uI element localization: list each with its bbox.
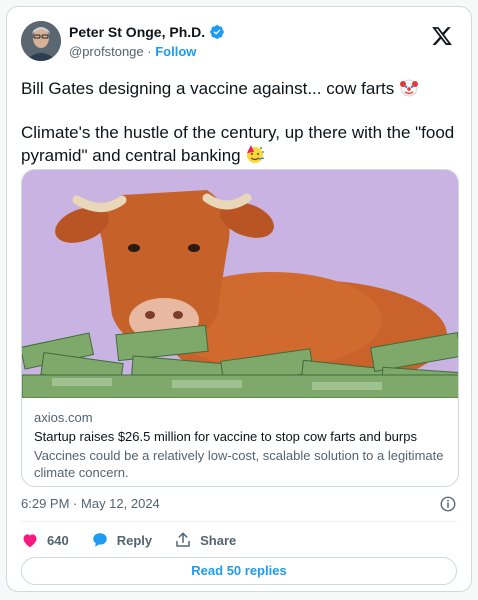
timestamp-separator: · [73, 496, 78, 511]
handle-separator: · [147, 44, 152, 59]
tweet-paragraph-1: Bill Gates designing a vaccine against..… [21, 77, 457, 100]
tweet-actions: 640 Reply Share [21, 529, 258, 551]
heart-icon [23, 534, 37, 548]
share-button[interactable]: Share [174, 531, 236, 549]
like-count: 640 [47, 532, 69, 548]
verified-badge-icon [210, 25, 224, 39]
author-display-name[interactable]: Peter St Onge, Ph.D. [69, 23, 205, 41]
clown-face-icon [399, 79, 418, 97]
handle-line: @profstonge · Follow [69, 43, 225, 61]
link-preview-card[interactable]: axios.com Startup raises $26.5 million f… [21, 169, 459, 487]
divider [21, 521, 457, 522]
info-icon[interactable] [439, 495, 457, 513]
author-name-row: Peter St Onge, Ph.D. [69, 23, 225, 41]
follow-button[interactable]: Follow [155, 44, 196, 59]
party-face-icon [247, 145, 265, 163]
link-info: axios.com Startup raises $26.5 million f… [34, 410, 446, 481]
tweet-paragraph-2: Climate's the hustle of the century, up … [21, 122, 457, 167]
link-domain: axios.com [34, 410, 93, 425]
share-icon [176, 532, 190, 547]
read-replies-button[interactable]: Read 50 replies [21, 557, 457, 585]
link-description: Vaccines could be a relatively low-cost,… [34, 448, 444, 480]
tweet-line-2: Climate's the hustle of the century, up … [21, 123, 455, 165]
like-button[interactable]: 640 [21, 531, 69, 549]
author-avatar[interactable] [21, 21, 61, 61]
tweet-time: 6:29 PM [21, 496, 70, 511]
tweet-header: Peter St Onge, Ph.D. @profstonge · Follo… [21, 19, 457, 61]
tweet-date: May 12, 2024 [81, 496, 160, 511]
share-label: Share [200, 532, 237, 548]
author-handle[interactable]: @profstonge [69, 44, 144, 59]
tweet-line-1: Bill Gates designing a vaccine against..… [21, 79, 395, 98]
author-names: Peter St Onge, Ph.D. @profstonge · Follo… [69, 23, 225, 61]
link-headline: Startup raises $26.5 million for vaccine… [34, 429, 417, 444]
reply-label: Reply [116, 532, 153, 548]
link-preview-image [22, 170, 458, 398]
tweet-card: Peter St Onge, Ph.D. @profstonge · Follo… [6, 6, 472, 592]
tweet-timestamp[interactable]: 6:29 PM · May 12, 2024 [21, 495, 160, 513]
x-logo-icon[interactable] [431, 25, 453, 47]
reply-button[interactable]: Reply [91, 531, 152, 549]
reply-bubble-icon [92, 533, 107, 547]
